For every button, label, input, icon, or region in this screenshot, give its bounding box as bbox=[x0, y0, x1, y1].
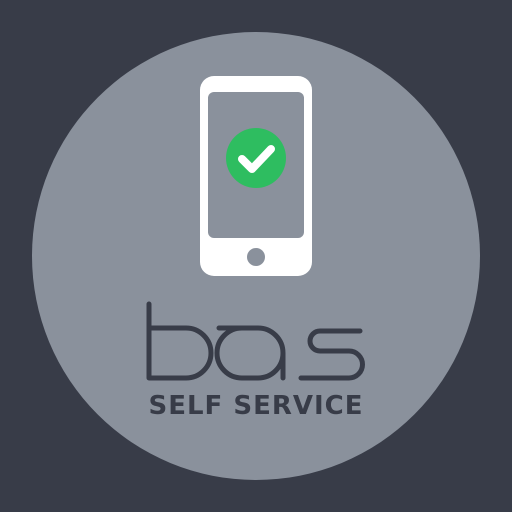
app-icon: bas SELF SERVICE bbox=[0, 0, 512, 512]
check-circle-icon bbox=[226, 128, 286, 188]
wordmark-letter-a bbox=[214, 325, 286, 381]
wordmark-letter-b bbox=[146, 301, 214, 381]
wordmark-letter-s bbox=[298, 328, 365, 381]
brand-wordmark: bas bbox=[146, 301, 365, 381]
smartphone-icon bbox=[200, 76, 312, 276]
tagline: SELF SERVICE bbox=[148, 391, 364, 421]
home-button bbox=[247, 248, 265, 266]
